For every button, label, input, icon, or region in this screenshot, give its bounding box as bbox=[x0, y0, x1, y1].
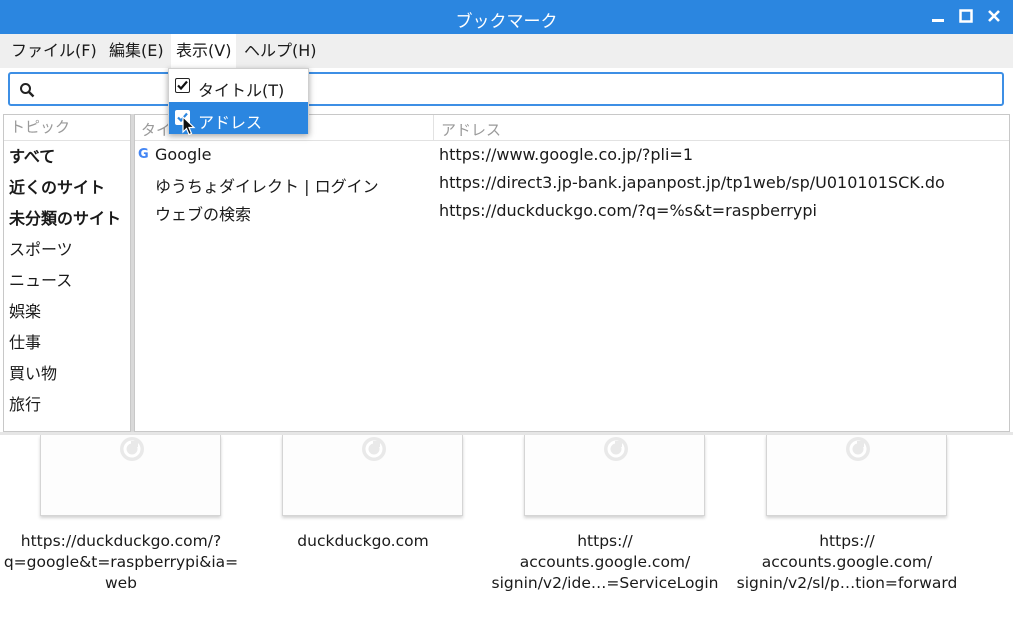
thumbnail-preview bbox=[766, 435, 947, 516]
title-bar: ブックマーク bbox=[0, 0, 1013, 34]
globe-placeholder-icon bbox=[362, 437, 386, 461]
thumbnail-caption: https://duckduckgo.com/? q=google&t=rasp… bbox=[0, 531, 242, 594]
minimize-button[interactable] bbox=[927, 5, 949, 27]
table-row[interactable]: ウェブの検索 https://duckduckgo.com/?q=%s&t=ra… bbox=[135, 197, 1009, 225]
minimize-icon bbox=[932, 19, 944, 22]
caption-line: accounts.google.com/ bbox=[519, 553, 691, 571]
thumbnail-caption: https:// accounts.google.com/ signin/v2/… bbox=[726, 531, 968, 594]
menu-file[interactable]: ファイル(F) bbox=[6, 34, 102, 68]
caption-line: web bbox=[104, 574, 138, 592]
thumbnail-preview bbox=[524, 435, 705, 516]
column-title-header[interactable]: タイ bbox=[141, 119, 171, 140]
search-box bbox=[8, 72, 1004, 106]
menu-item-title-column[interactable]: タイトル(T) bbox=[169, 70, 308, 102]
caption-line: https:// bbox=[577, 532, 633, 550]
close-icon bbox=[988, 10, 1000, 22]
topic-shopping[interactable]: 買い物 bbox=[4, 358, 130, 389]
topic-unclassified[interactable]: 未分類のサイト bbox=[4, 203, 130, 234]
maximize-button[interactable] bbox=[955, 5, 977, 27]
menu-view[interactable]: 表示(V) bbox=[171, 34, 237, 68]
topic-all[interactable]: すべて bbox=[4, 141, 130, 172]
bookmark-title: ウェブの検索 bbox=[155, 205, 252, 224]
topic-entertainment[interactable]: 娯楽 bbox=[4, 296, 130, 327]
search-icon bbox=[20, 83, 35, 98]
menu-help[interactable]: ヘルプ(H) bbox=[239, 34, 322, 68]
topic-travel[interactable]: 旅行 bbox=[4, 389, 130, 420]
caption-line: accounts.google.com/ bbox=[761, 553, 933, 571]
close-button[interactable] bbox=[983, 5, 1005, 27]
column-address-header[interactable]: アドレス bbox=[441, 119, 501, 140]
topic-nearby[interactable]: 近くのサイト bbox=[4, 172, 130, 203]
caption-line: https://duckduckgo.com/? bbox=[20, 532, 222, 550]
caption-line: signin/v2/ide…=ServiceLogin bbox=[491, 574, 719, 592]
menu-edit[interactable]: 編集(E) bbox=[104, 34, 169, 68]
globe-placeholder-icon bbox=[604, 437, 628, 461]
topic-sports[interactable]: スポーツ bbox=[4, 234, 130, 265]
topics-header[interactable]: トピック bbox=[4, 115, 130, 141]
globe-placeholder-icon bbox=[846, 437, 870, 461]
bookmark-title: Google bbox=[155, 145, 212, 164]
thumbnail-item[interactable]: https:// accounts.google.com/ signin/v2/… bbox=[726, 435, 968, 641]
menu-bar: ファイル(F) 編集(E) 表示(V) ヘルプ(H) bbox=[0, 34, 1013, 68]
bookmark-address: https://duckduckgo.com/?q=%s&t=raspberry… bbox=[439, 201, 817, 220]
topic-work[interactable]: 仕事 bbox=[4, 327, 130, 358]
bookmark-address: https://www.google.co.jp/?pli=1 bbox=[439, 145, 693, 164]
topics-pane: トピック すべて 近くのサイト 未分類のサイト スポーツ ニュース 娯楽 仕事 … bbox=[3, 114, 131, 432]
thumbnail-preview bbox=[282, 435, 463, 516]
window-title: ブックマーク bbox=[455, 12, 558, 32]
bookmark-address: https://direct3.jp-bank.japanpost.jp/tp1… bbox=[439, 173, 945, 192]
bookmark-title: ゆうちょダイレクト | ログイン bbox=[155, 177, 379, 196]
thumbnail-grid: https://duckduckgo.com/? q=google&t=rasp… bbox=[0, 435, 1013, 641]
caption-line: https:// bbox=[819, 532, 875, 550]
column-divider[interactable] bbox=[433, 115, 434, 141]
thumbnail-caption: duckduckgo.com bbox=[242, 531, 484, 552]
google-favicon-icon: G bbox=[138, 147, 149, 162]
caption-line: signin/v2/sl/p…tion=forward bbox=[736, 574, 958, 592]
table-row[interactable]: ゆうちょダイレクト | ログイン https://direct3.jp-bank… bbox=[135, 169, 1009, 197]
mouse-cursor-icon bbox=[182, 116, 196, 136]
globe-placeholder-icon bbox=[120, 437, 144, 461]
menu-item-label: アドレス bbox=[198, 113, 263, 132]
topic-news[interactable]: ニュース bbox=[4, 265, 130, 296]
checkbox-checked bbox=[175, 78, 190, 93]
checkmark-icon bbox=[177, 80, 188, 91]
maximize-icon bbox=[959, 9, 973, 23]
table-row[interactable]: G Google https://www.google.co.jp/?pli=1 bbox=[135, 141, 1009, 169]
thumbnail-caption: https:// accounts.google.com/ signin/v2/… bbox=[484, 531, 726, 594]
thumbnail-preview bbox=[40, 435, 221, 516]
thumbnail-item[interactable]: duckduckgo.com bbox=[242, 435, 484, 641]
caption-line: duckduckgo.com bbox=[297, 532, 429, 550]
caption-line: q=google&t=raspberrypi&ia= bbox=[3, 553, 239, 571]
thumbnail-item[interactable]: https:// accounts.google.com/ signin/v2/… bbox=[484, 435, 726, 641]
thumbnail-item[interactable]: https://duckduckgo.com/? q=google&t=rasp… bbox=[0, 435, 242, 641]
bookmarks-list: タイ アドレス G Google https://www.google.co.j… bbox=[134, 114, 1010, 432]
menu-item-label: タイトル(T) bbox=[198, 81, 285, 100]
